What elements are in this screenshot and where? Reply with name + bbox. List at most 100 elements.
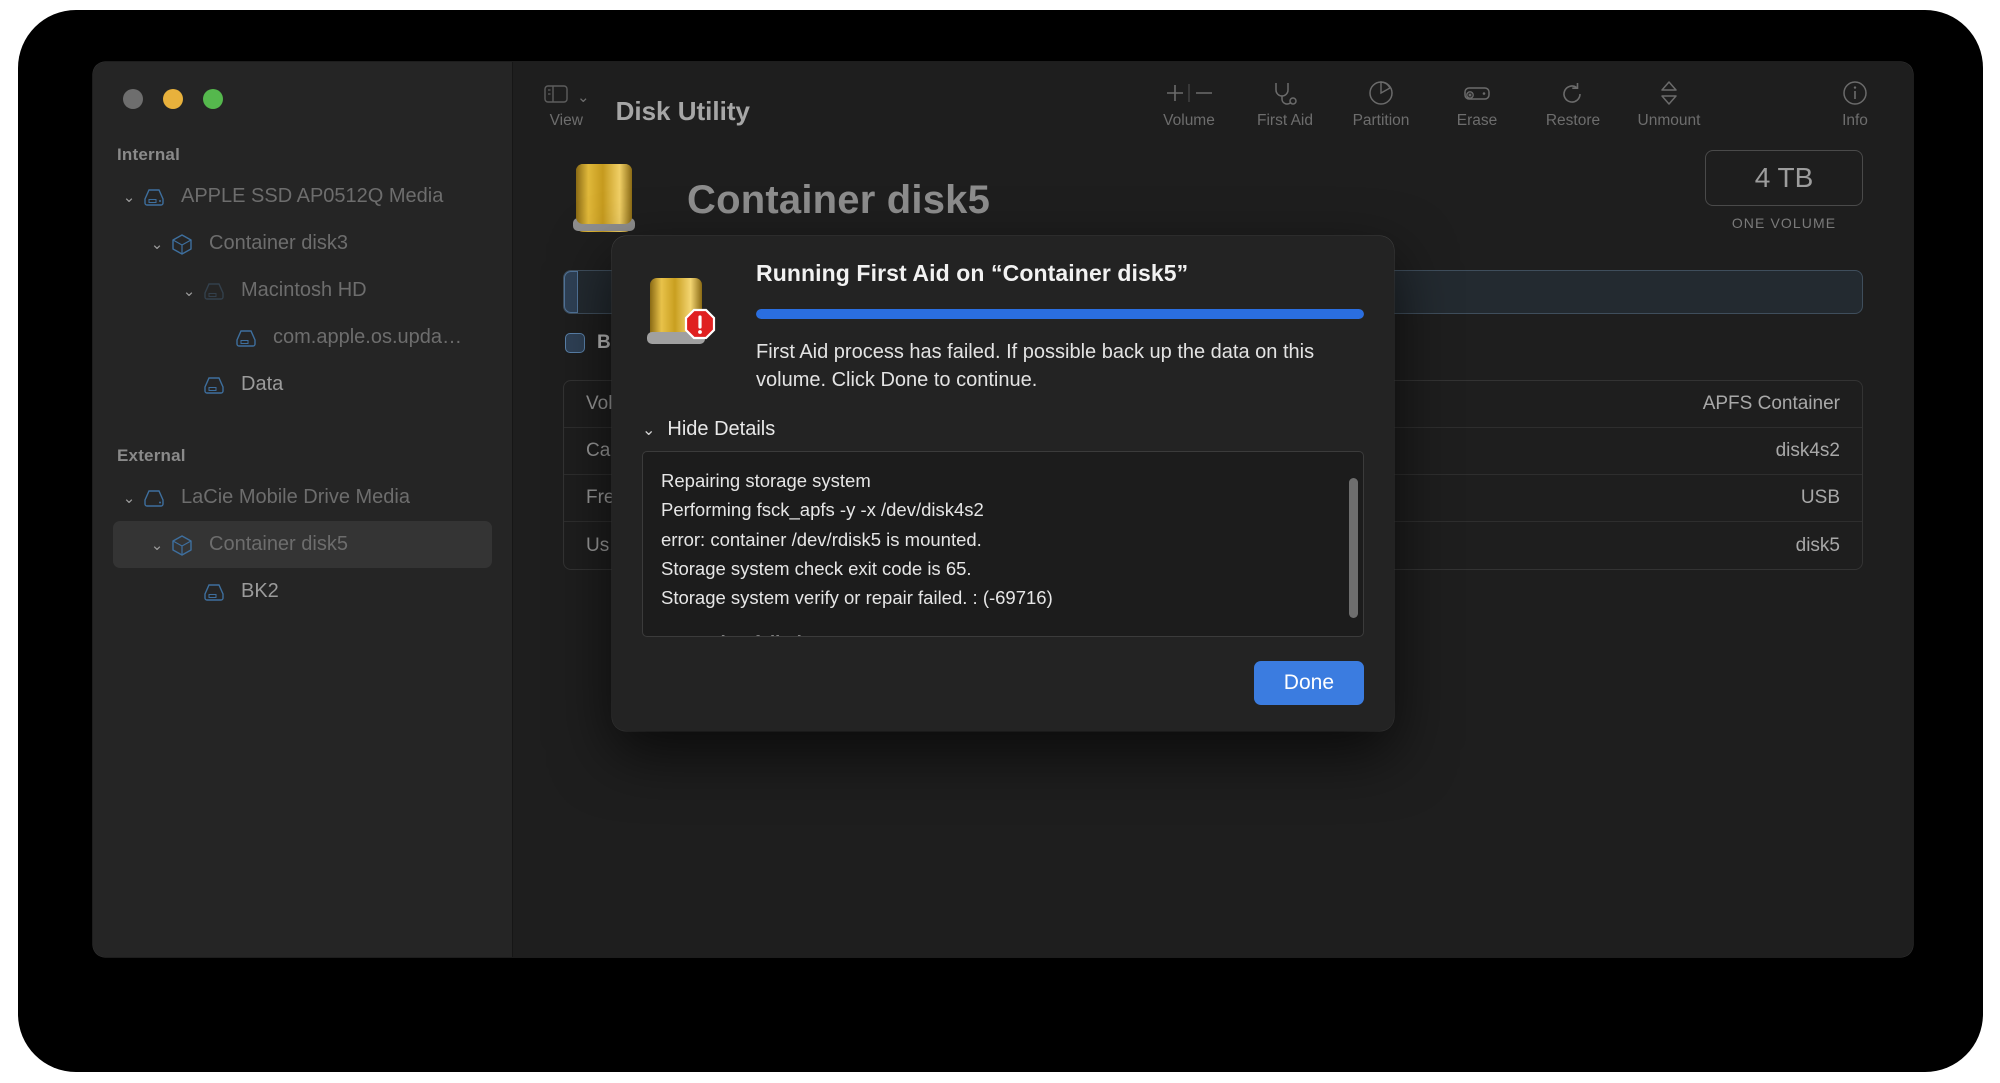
dialog-message: First Aid process has failed. If possibl… [756,341,1315,391]
done-button[interactable]: Done [1253,661,1364,706]
page-title: Disk Utility [615,95,750,126]
log-line: Storage system check exit code is 65. [661,557,972,579]
volume-icon [233,328,267,348]
toolbar-label: First Aid [1257,112,1313,129]
dialog-actions: Done [642,661,1364,706]
disclosure-triangle-icon[interactable]: ⌄ [117,188,141,206]
info-value: APFS Container [1702,393,1840,414]
log-line-footer: Operation failed… [661,628,1345,636]
details-log-content: Running First Aid on “Container disk5” R… [643,452,1363,636]
disk-warning-icon [642,260,734,394]
toolbar-button-partition[interactable]: Partition [1333,70,1429,130]
disclosure-spacer-icon: ⌄ [209,329,233,347]
container-box-icon [169,533,203,557]
disclosure-triangle-icon[interactable]: ⌄ [145,235,169,253]
capacity-caption: ONE VOLUME [1731,215,1837,231]
log-line-spacer [661,612,1345,628]
capacity-box: 4 TB ONE VOLUME [1705,150,1863,231]
sidebar-item-com-apple-os-update[interactable]: ⌄ com.apple.os.upda… [113,314,492,361]
info-value: disk4s2 [1775,440,1840,461]
sidebar-item-label: Container disk5 [209,533,348,555]
toolbar-button-unmount[interactable]: Unmount [1621,70,1717,130]
sidebar-item-label: BK2 [241,580,279,602]
chevron-down-icon[interactable]: ⌄ [577,88,590,106]
toolbar-left-group: ⌄ View Disk Utility [513,62,750,130]
zoom-button[interactable] [203,89,223,109]
sidebar-item-label: APPLE SSD AP0512Q Media [181,185,444,207]
dialog-body: Running First Aid on “Container disk5” F… [734,260,1364,394]
sidebar-toggle-icon[interactable] [543,84,569,109]
legend-swatch [565,333,585,353]
dialog-header: Running First Aid on “Container disk5” F… [642,260,1364,394]
view-label: View [549,112,583,129]
disclosure-spacer-icon: ⌄ [177,583,201,601]
erase-disk-icon [1461,78,1493,108]
toolbar-button-first-aid[interactable]: First Aid [1237,70,1333,130]
sidebar-item-bk2[interactable]: ⌄ BK2 [113,568,492,615]
sidebar-item-label: Macintosh HD [241,279,367,301]
screen-root: Internal ⌄ APPLE SSD AP0512Q Media ⌄ Con… [0,0,2000,1083]
toolbar-label: Volume [1163,112,1215,129]
log-line: Performing fsck_apfs -y -x /dev/disk4s2 [661,499,984,521]
toolbar-button-erase[interactable]: Erase [1429,70,1525,130]
storage-usage-fill [564,271,578,313]
log-scrollbar[interactable] [1349,478,1358,619]
toolbar-right-group: Volume First Aid Partition Erase Restore… [1141,70,1903,130]
disclosure-triangle-icon[interactable]: ⌄ [145,536,169,554]
external-disk-icon [563,152,659,248]
sidebar-item-container-disk5[interactable]: ⌄ Container disk5 [113,521,492,568]
minimize-button[interactable] [163,89,183,109]
window-traffic-lights [93,62,512,109]
volume-icon [201,582,235,602]
log-line: error: container /dev/rdisk5 is mounted. [661,528,982,550]
log-line-spacer [661,452,1345,466]
progress-bar [756,309,1364,319]
disclosure-triangle-icon[interactable]: ⌄ [177,282,201,300]
view-toggle-button[interactable]: ⌄ View [543,74,590,130]
sidebar-section-external: External [117,446,186,465]
sidebar-item-container-disk3[interactable]: ⌄ Container disk3 [113,220,492,267]
info-value: USB [1800,487,1840,508]
disclosure-triangle-icon[interactable]: ⌄ [117,489,141,507]
sidebar-item-apple-ssd[interactable]: ⌄ APPLE SSD AP0512Q Media [113,173,492,220]
toolbar-label: Erase [1456,112,1498,129]
undo-arrow-icon [1560,78,1586,108]
volume-icon [201,281,235,301]
sidebar-item-label: Data [241,373,284,395]
disclosure-spacer-icon: ⌄ [177,376,201,394]
hide-details-toggle[interactable]: ⌄ Hide Details [642,418,1364,441]
details-log-box[interactable]: Running First Aid on “Container disk5” R… [642,451,1364,638]
stethoscope-icon [1270,78,1300,108]
plus-minus-icon [1159,78,1219,108]
info-value: disk5 [1795,534,1840,556]
container-box-icon [169,232,203,256]
info-circle-icon [1841,78,1869,108]
sidebar-item-macintosh-hd[interactable]: ⌄ Macintosh HD [113,267,492,314]
sidebar: Internal ⌄ APPLE SSD AP0512Q Media ⌄ Con… [93,62,513,957]
volume-icon [201,375,235,395]
sidebar-item-label: LaCie Mobile Drive Media [181,486,410,508]
disk-header: Container disk5 4 TB ONE VOLUME [513,130,1913,248]
sidebar-item-label: Container disk3 [209,232,348,254]
close-button[interactable] [123,89,143,109]
toolbar-label: Info [1842,112,1868,129]
sidebar-item-label: com.apple.os.upda… [273,326,463,348]
progress-bar-fill [756,309,1364,319]
sidebar-item-data[interactable]: ⌄ Data [113,361,492,408]
toolbar: ⌄ View Disk Utility Volume First Aid Par… [513,62,1913,130]
sidebar-section-internal: Internal [117,145,181,164]
log-line: Repairing storage system [661,470,871,492]
dialog-title: Running First Aid on “Container disk5” [756,260,1189,286]
toolbar-button-restore[interactable]: Restore [1525,70,1621,130]
eject-updown-icon [1657,78,1681,108]
toolbar-label: Unmount [1637,112,1701,129]
toolbar-label: Partition [1352,112,1410,129]
toolbar-button-volume[interactable]: Volume [1141,70,1237,130]
toolbar-button-info[interactable]: Info [1807,70,1903,130]
chevron-down-icon[interactable]: ⌄ [642,420,655,440]
toolbar-label: Restore [1545,112,1601,129]
disk-title: Container disk5 [687,177,991,222]
sidebar-item-lacie-media[interactable]: ⌄ LaCie Mobile Drive Media [113,474,492,521]
log-line: Storage system verify or repair failed. … [661,587,1053,609]
pie-chart-icon [1367,78,1395,108]
